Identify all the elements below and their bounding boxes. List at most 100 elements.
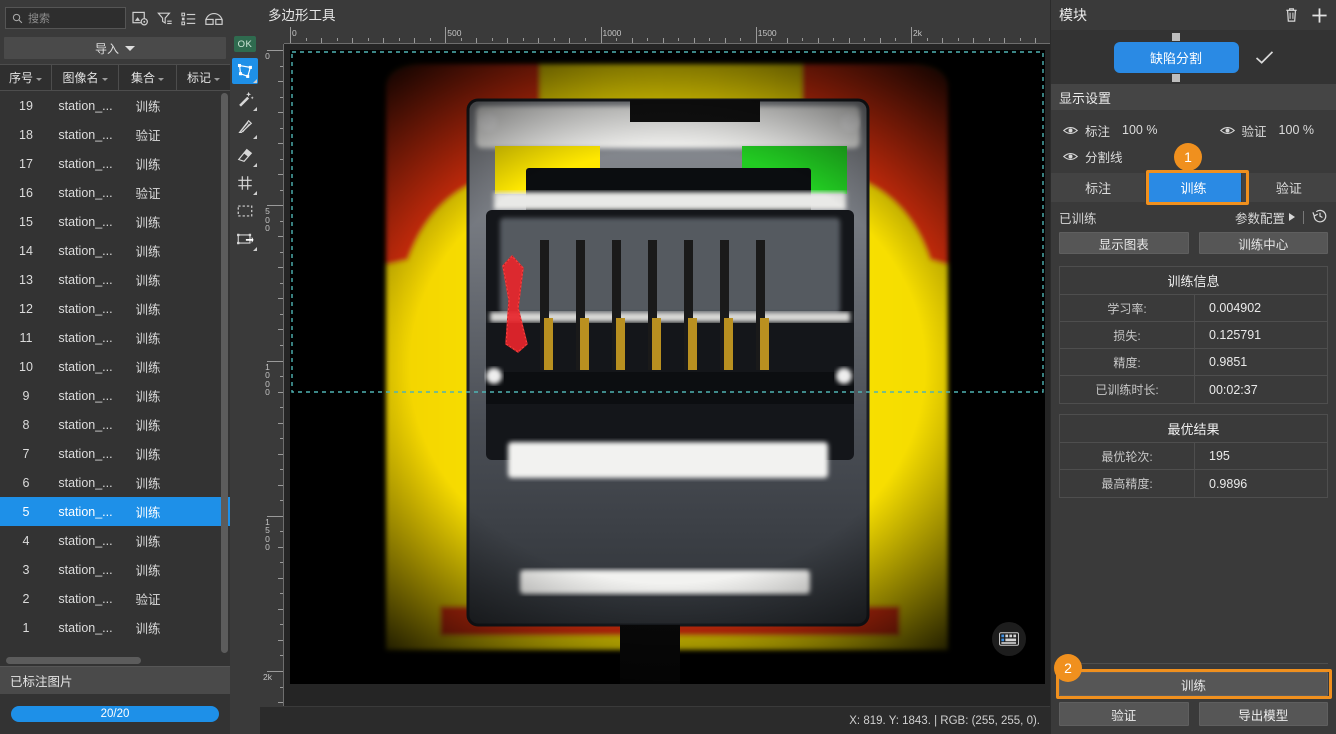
column-header-name[interactable]: 图像名 [52,65,119,90]
cell-name: station_... [58,591,113,606]
eye-icon [1063,152,1078,160]
ruler-tick [280,469,283,471]
ruler-tick [569,38,571,43]
image-canvas[interactable] [284,44,1050,706]
cell-index: 18 [19,127,33,142]
table-row[interactable]: 14 station_... 训练 [0,236,230,265]
horizontal-ruler[interactable]: 0 500 1000 1500 2k [284,27,1050,44]
grid-tool-button[interactable] [232,170,258,196]
cell-set: 训练 [135,622,161,636]
ruler-tick [678,38,680,41]
cell-name: station_... [58,301,113,316]
ruler-tick [278,143,283,145]
table-row[interactable]: 16 station_... 验证 [0,178,230,207]
ruler-tick [616,38,618,41]
tab-annotation[interactable]: 标注 [1051,173,1147,202]
ruler-tick [278,577,283,579]
module-panel-title: 模块 [1059,7,1087,23]
show-chart-button[interactable]: 显示图表 [1059,232,1189,254]
table-row[interactable]: 17 station_... 训练 [0,149,230,178]
ruler-tick [278,174,283,176]
display-toggle-validation[interactable]: 验证 100 % [1219,121,1336,140]
ruler-label: 0 [265,51,270,61]
cell-set: 训练 [135,535,161,549]
column-header-set[interactable]: 集合 [119,65,177,90]
labeled-progress-bar: 20/20 [11,706,219,722]
marquee-select-tool-button[interactable] [232,198,258,224]
polygon-tool-button[interactable] [232,58,258,84]
chip-handle-bottom[interactable] [1172,73,1180,82]
module-chip[interactable]: 缺陷分割 [1113,41,1239,73]
table-row[interactable]: 11 station_... 训练 [0,323,230,352]
row-value: 195 [1209,449,1230,463]
ruler-tick [352,38,354,43]
table-row: 最高精度: 0.9896 [1060,470,1327,497]
image-list-sidebar: 搜索 导入 序号 图像名 集合 标记 19 station_... 训练 18 … [0,0,230,734]
search-input[interactable]: 搜索 [5,7,126,29]
display-toggle-annotation[interactable]: 标注 100 % [1063,121,1157,140]
canvas-panel: 多边形工具 0 500 1000 1500 2k 0 500 1000 1500 2k [260,0,1050,734]
export-model-button[interactable]: 导出模型 [1198,702,1328,726]
validate-button[interactable]: 验证 [1059,702,1189,726]
tab-validation[interactable]: 验证 [1241,173,1336,202]
trash-button[interactable] [1284,7,1299,23]
vertical-ruler[interactable]: 0 500 1000 1500 2k [260,44,284,706]
cell-index: 13 [19,272,33,287]
keyboard-shortcuts-button[interactable] [992,622,1026,656]
table-row[interactable]: 5 station_... 训练 [0,497,230,526]
ruler-tick [942,38,944,43]
list-view-icon[interactable] [181,11,197,26]
table-row[interactable]: 12 station_... 训练 [0,294,230,323]
ruler-tick [280,96,283,98]
image-table-body[interactable]: 19 station_... 训练 18 station_... 验证 17 station_… [0,91,230,656]
ruler-tick [278,267,283,269]
ruler-tick [278,329,283,331]
module-panel-header: 模块 [1051,0,1336,30]
cell-set: 训练 [135,448,161,462]
tab-training[interactable]: 训练 [1146,173,1242,202]
ruler-label: 500 [447,28,462,38]
annotated-image[interactable] [290,50,1045,684]
table-row[interactable]: 15 station_... 训练 [0,207,230,236]
display-toggle-split-line[interactable]: 分割线 [1063,147,1123,166]
table-row[interactable]: 2 station_... 验证 [0,584,230,613]
row-key: 精度: [1060,349,1195,375]
table-row[interactable]: 1 station_... 训练 [0,613,230,642]
import-label: 导入 [94,41,119,56]
table-row[interactable]: 19 station_... 训练 [0,91,230,120]
sidebar-horizontal-scrollbar[interactable] [6,657,141,664]
brush-tool-button[interactable] [232,114,258,140]
param-config-button[interactable]: 参数配置 [1235,208,1295,227]
module-chip-wrapper: 缺陷分割 [1113,32,1239,82]
ok-badge[interactable]: OK [234,36,256,52]
transform-tool-button[interactable] [232,226,258,252]
table-row[interactable]: 18 station_... 验证 [0,120,230,149]
add-module-button[interactable] [1311,7,1328,24]
table-row[interactable]: 7 station_... 训练 [0,439,230,468]
column-header-index[interactable]: 序号 [0,65,52,90]
column-header-mark[interactable]: 标记 [177,65,230,90]
eraser-tool-button[interactable] [232,142,258,168]
chip-handle-top[interactable] [1172,32,1180,41]
table-row[interactable]: 3 station_... 训练 [0,555,230,584]
history-button[interactable] [1312,208,1328,227]
training-center-button[interactable]: 训练中心 [1198,232,1328,254]
check-icon[interactable] [1255,50,1274,65]
ruler-tick [278,639,283,641]
sidebar-vertical-scrollbar[interactable] [221,93,228,653]
panel-layout-icon[interactable] [205,11,223,26]
table-row[interactable]: 10 station_... 训练 [0,352,230,381]
cell-index: 10 [19,359,33,374]
ruler-tick [771,38,773,41]
table-row[interactable]: 9 station_... 训练 [0,381,230,410]
table-row[interactable]: 4 station_... 训练 [0,526,230,555]
ruler-label: 2k [913,28,922,38]
filter-icon[interactable] [157,11,173,26]
table-row[interactable]: 6 station_... 训练 [0,468,230,497]
table-row[interactable]: 8 station_... 训练 [0,410,230,439]
train-button[interactable]: 训练 [1059,672,1328,696]
image-settings-icon[interactable] [132,11,149,26]
magic-wand-tool-button[interactable] [232,86,258,112]
table-row[interactable]: 13 station_... 训练 [0,265,230,294]
import-button[interactable]: 导入 [4,37,226,59]
